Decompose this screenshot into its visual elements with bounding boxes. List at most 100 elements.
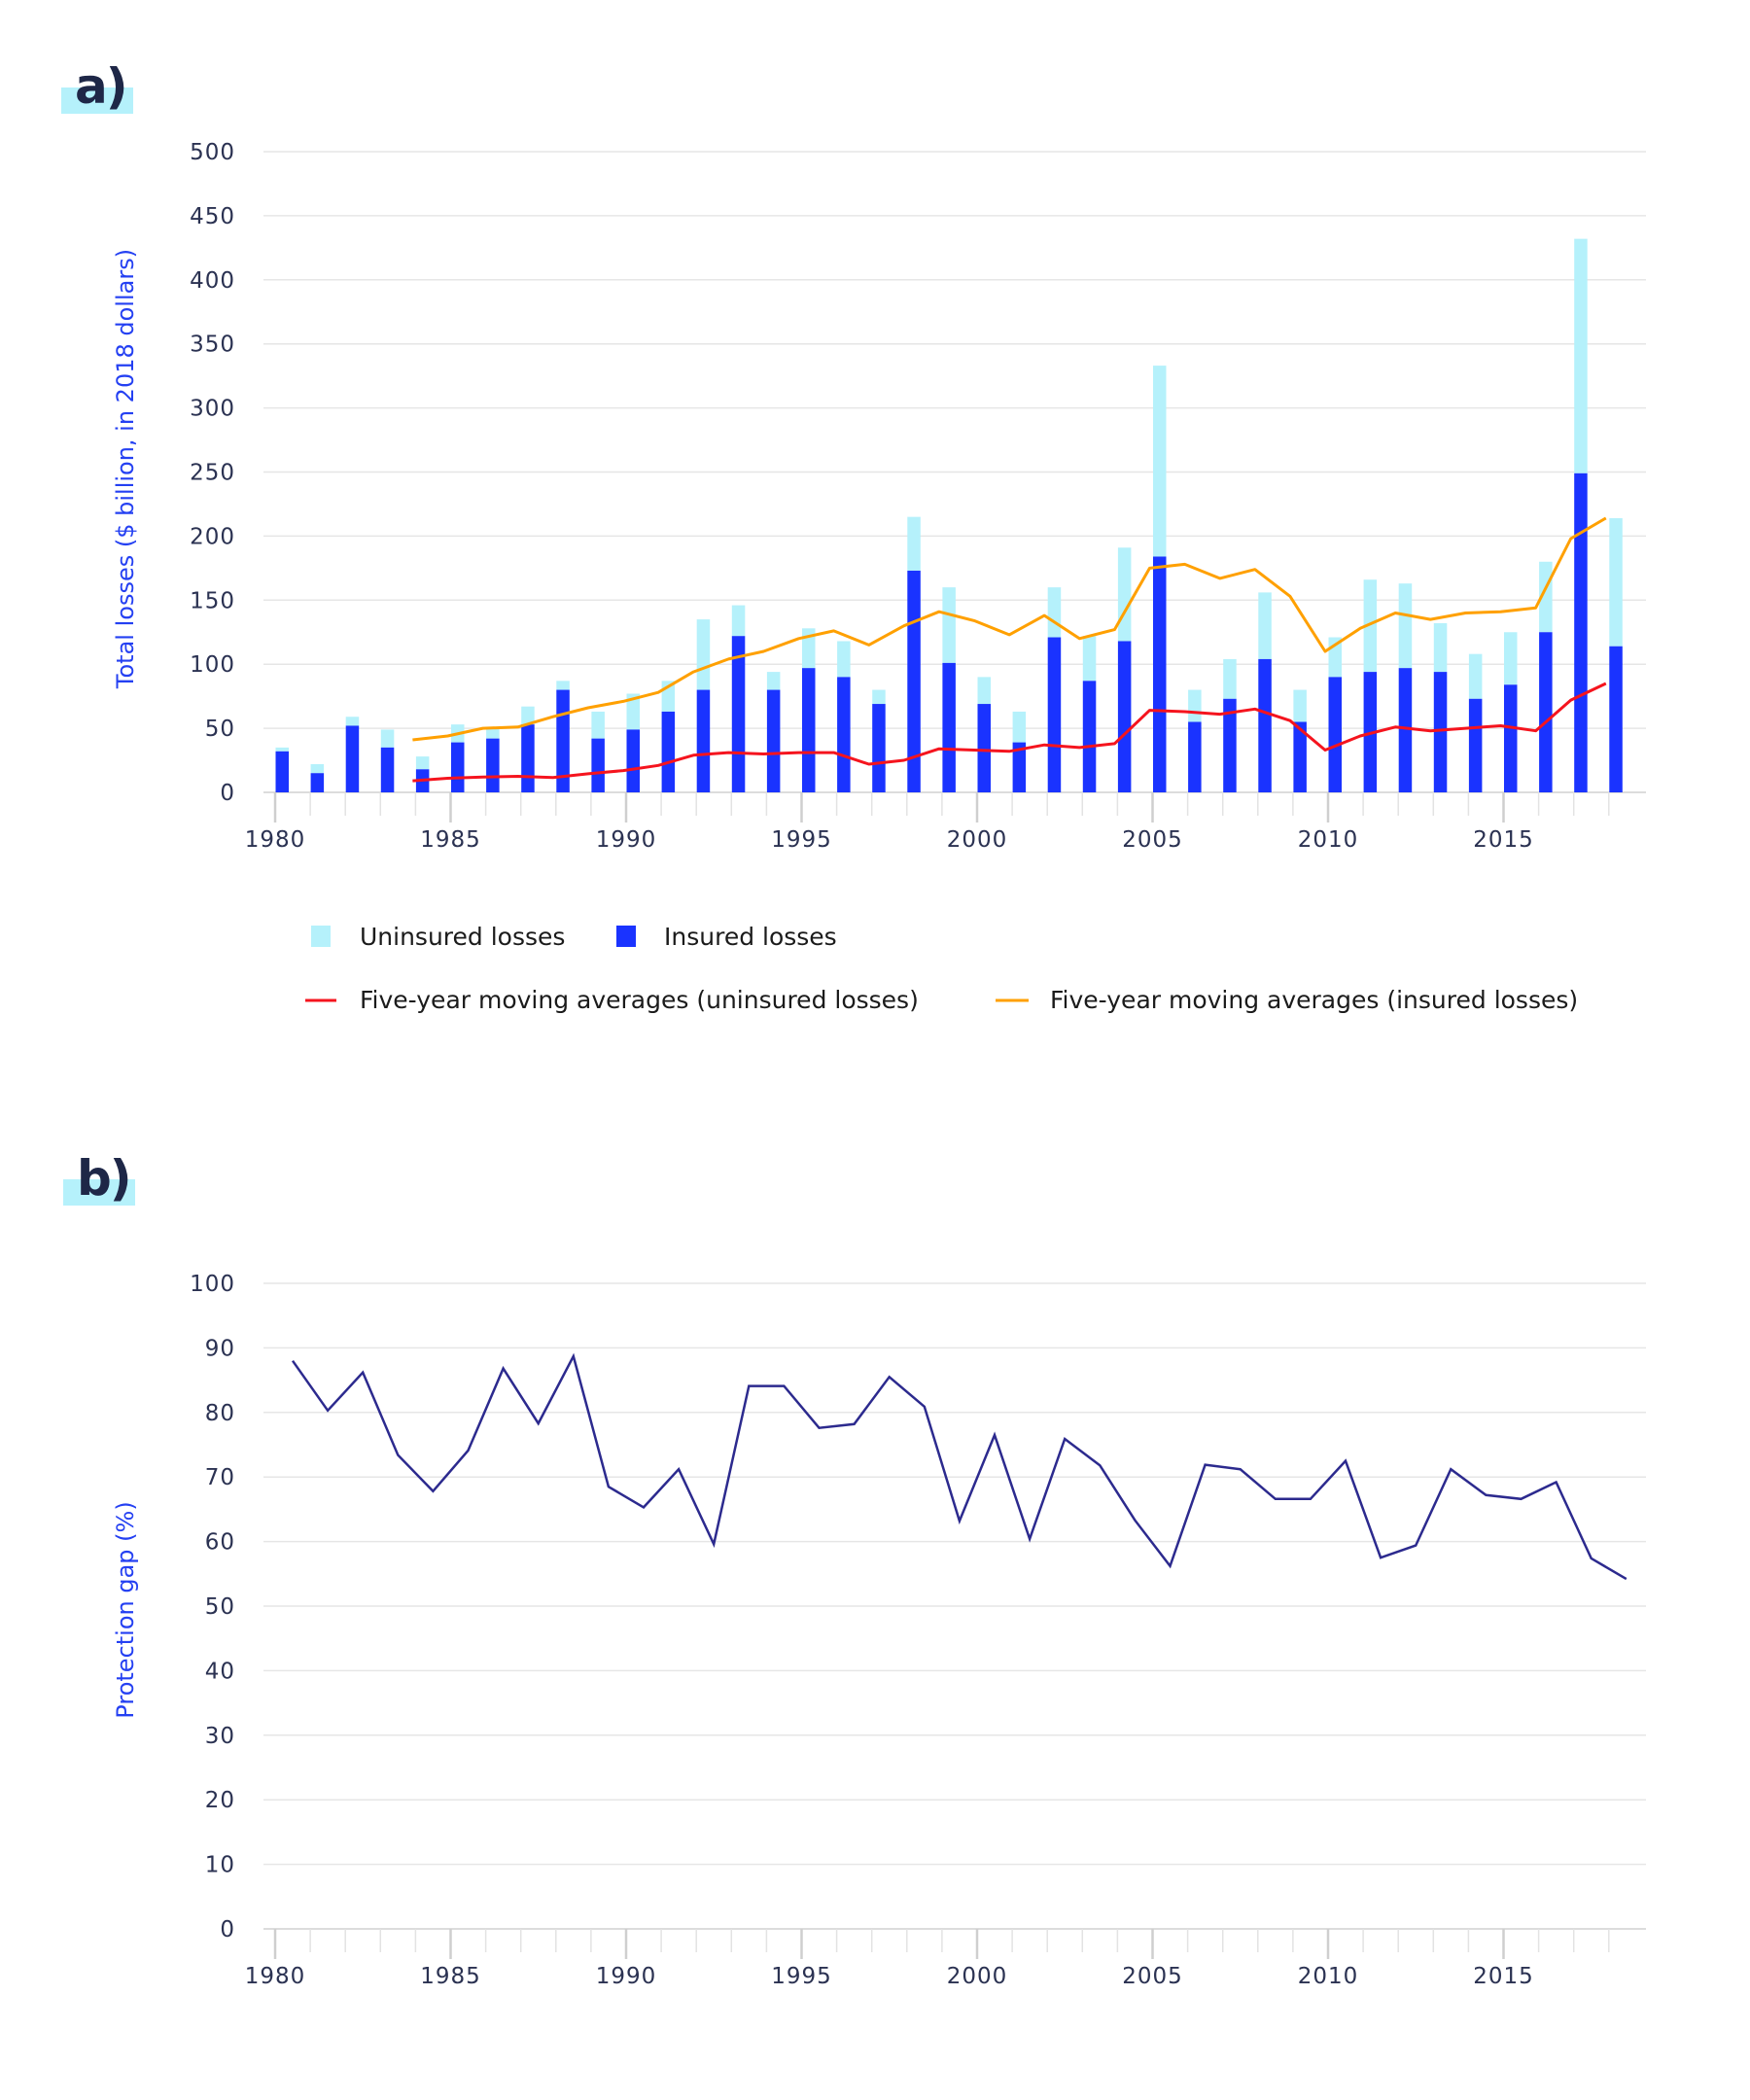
x-tick-label: 1990 xyxy=(596,1964,657,1989)
chart-a-y-tick-labels: 0 50 100 150 200 250 300 350 400 450 500 xyxy=(190,140,235,806)
legend-swatch-insured xyxy=(616,926,636,947)
x-tick-label: 2010 xyxy=(1298,1964,1359,1989)
y-tick-label: 10 xyxy=(205,1853,235,1878)
x-tick-label: 2005 xyxy=(1122,1964,1183,1989)
x-tick-label: 2010 xyxy=(1298,827,1359,853)
bar-insured-1990 xyxy=(626,729,640,792)
bar-uninsured-1996 xyxy=(837,641,851,678)
y-tick-label: 400 xyxy=(190,268,235,294)
x-tick-label: 1995 xyxy=(771,1964,832,1989)
y-tick-label: 40 xyxy=(205,1659,235,1684)
bar-uninsured-2001 xyxy=(1012,711,1027,743)
chart-a-y-axis-title: Total losses ($ billion, in 2018 dollars… xyxy=(112,249,139,689)
chart-a-bars xyxy=(275,238,1623,792)
bar-uninsured-1993 xyxy=(731,605,746,637)
line-protection-gap xyxy=(291,1352,1628,1581)
panel-b-label-text: b) xyxy=(77,1150,132,1207)
legend-swatch-uninsured xyxy=(311,926,331,947)
bar-uninsured-1989 xyxy=(591,711,605,739)
bar-uninsured-2009 xyxy=(1293,689,1307,722)
bar-insured-2002 xyxy=(1047,637,1062,792)
legend-item-uninsured: Uninsured losses xyxy=(311,923,565,951)
y-tick-label: 150 xyxy=(190,588,235,613)
x-tick-label: 1990 xyxy=(596,827,657,853)
bar-uninsured-1998 xyxy=(907,516,921,571)
line-ma-insured xyxy=(412,516,1607,742)
chart-b-gridlines xyxy=(263,1282,1646,1930)
y-tick-label: 200 xyxy=(190,524,235,549)
bar-insured-2006 xyxy=(1188,721,1202,792)
bar-uninsured-1982 xyxy=(345,717,360,726)
bar-uninsured-1981 xyxy=(310,764,325,774)
bar-uninsured-1994 xyxy=(766,672,781,690)
bar-uninsured-2002 xyxy=(1047,587,1062,638)
bar-uninsured-2008 xyxy=(1258,592,1272,659)
bar-insured-2005 xyxy=(1153,556,1167,792)
bar-uninsured-1992 xyxy=(696,619,711,690)
bar-insured-1989 xyxy=(591,738,605,792)
chart-a-total-losses: 050100150200250300350400450500 1980 1985 1… xyxy=(112,140,1646,1014)
y-tick-label: 50 xyxy=(205,717,235,742)
legend-item-ma-uninsured: Five-year moving averages (uninsured los… xyxy=(305,986,919,1014)
bar-insured-2018 xyxy=(1609,646,1623,792)
legend-label-insured: Insured losses xyxy=(664,923,837,951)
bar-insured-1992 xyxy=(696,689,711,792)
chart-a-legend: Uninsured losses Insured losses Five-yea… xyxy=(305,923,1578,1014)
bar-insured-1985 xyxy=(451,742,465,792)
bar-uninsured-2000 xyxy=(977,677,991,705)
bar-uninsured-2003 xyxy=(1082,636,1097,682)
bar-insured-2010 xyxy=(1328,677,1342,792)
chart-b-y-axis-title: Protection gap (%) xyxy=(112,1501,139,1718)
legend-item-ma-insured: Five-year moving averages (insured losse… xyxy=(996,986,1578,1014)
bar-insured-2013 xyxy=(1433,672,1448,792)
bar-uninsured-2005 xyxy=(1153,366,1167,557)
x-tick-label: 2005 xyxy=(1122,827,1183,853)
legend-label-uninsured: Uninsured losses xyxy=(360,923,565,951)
x-tick-label: 1985 xyxy=(420,1964,481,1989)
bar-uninsured-1986 xyxy=(486,728,500,739)
bar-insured-2000 xyxy=(977,704,991,792)
y-tick-label: 20 xyxy=(205,1788,235,1813)
bar-insured-1983 xyxy=(380,747,395,792)
y-tick-label: 0 xyxy=(220,1917,235,1942)
y-tick-label: 60 xyxy=(205,1530,235,1556)
bar-uninsured-2012 xyxy=(1398,583,1413,669)
x-tick-label: 1995 xyxy=(771,827,832,853)
bar-insured-2012 xyxy=(1398,668,1413,792)
x-tick-label: 2000 xyxy=(947,1964,1008,1989)
x-tick-label: 1985 xyxy=(420,827,481,853)
y-tick-label: 100 xyxy=(190,1272,235,1297)
bar-insured-2015 xyxy=(1504,684,1518,792)
bar-insured-1993 xyxy=(731,636,746,792)
bar-uninsured-2006 xyxy=(1188,689,1202,722)
legend-label-ma-uninsured: Five-year moving averages (uninsured los… xyxy=(360,986,919,1014)
chart-b-x-axis: 1980 1985 1990 1995 2000 2005 2010 2015 xyxy=(245,1928,1646,1989)
y-tick-label: 350 xyxy=(190,332,235,358)
bar-uninsured-1983 xyxy=(380,729,395,748)
bar-insured-1981 xyxy=(310,773,325,792)
bar-uninsured-2014 xyxy=(1468,653,1483,699)
bar-insured-2017 xyxy=(1574,472,1588,792)
y-tick-label: 0 xyxy=(220,781,235,806)
bar-uninsured-1999 xyxy=(942,587,956,663)
bar-insured-1986 xyxy=(486,738,500,792)
bar-insured-2014 xyxy=(1468,698,1483,792)
bar-uninsured-2007 xyxy=(1223,658,1237,699)
y-tick-label: 70 xyxy=(205,1465,235,1490)
x-tick-label: 2015 xyxy=(1473,827,1534,853)
x-tick-label: 2015 xyxy=(1473,1964,1534,1989)
legend-label-ma-insured: Five-year moving averages (insured losse… xyxy=(1050,986,1578,1014)
y-tick-label: 500 xyxy=(190,140,235,165)
chart-b-line-series xyxy=(291,1352,1628,1581)
bar-insured-1994 xyxy=(766,689,781,792)
bar-uninsured-1988 xyxy=(556,681,570,690)
bar-insured-2004 xyxy=(1117,641,1132,792)
bar-insured-2003 xyxy=(1082,681,1097,792)
legend-item-insured: Insured losses xyxy=(616,923,837,951)
x-tick-label: 2000 xyxy=(947,827,1008,853)
bar-uninsured-2004 xyxy=(1117,547,1132,642)
bar-uninsured-2018 xyxy=(1609,517,1623,647)
bar-uninsured-2015 xyxy=(1504,632,1518,685)
bar-insured-1995 xyxy=(802,668,816,792)
bar-insured-1980 xyxy=(275,751,289,792)
